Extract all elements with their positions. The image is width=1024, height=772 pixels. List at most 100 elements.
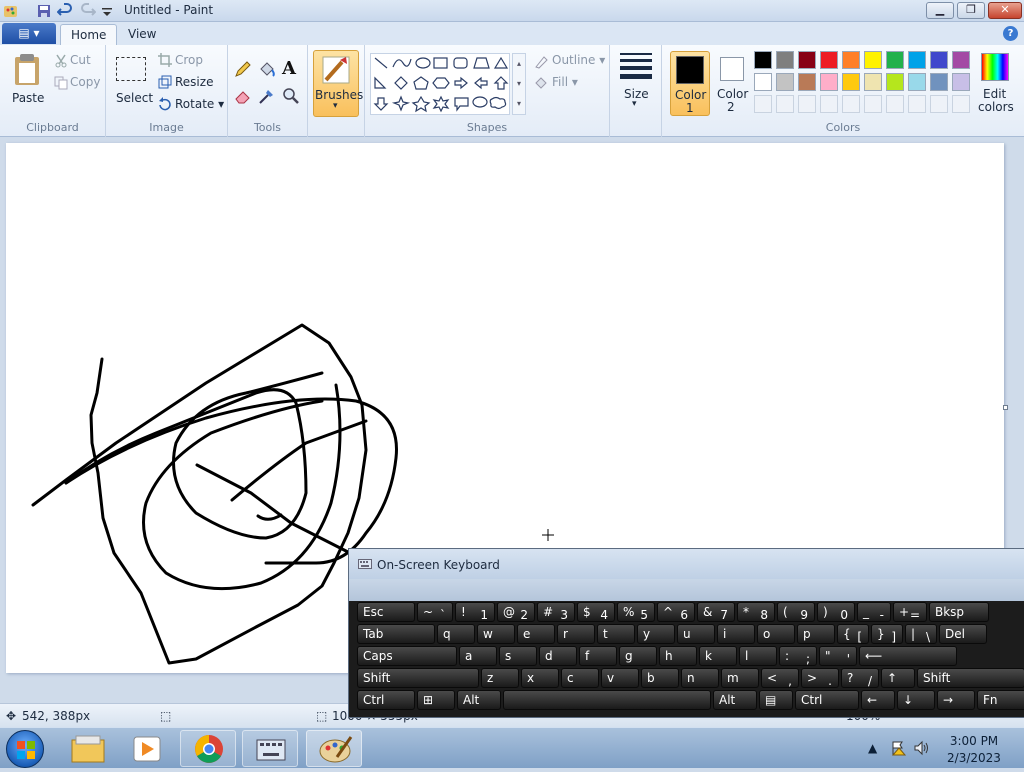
osk-key-symbol[interactable]: ) 0 xyxy=(817,602,855,622)
osk-key-symbol[interactable]: ↓ xyxy=(897,690,935,710)
osk-key-symbol[interactable]: + = xyxy=(893,602,927,622)
palette-swatch[interactable] xyxy=(864,51,882,69)
osk-key-n[interactable]: n xyxy=(681,668,719,688)
shapes-gallery[interactable] xyxy=(370,53,510,115)
osk-key-symbol[interactable]: ! 1 xyxy=(455,602,495,622)
osk-key-symbol[interactable]: (9 xyxy=(777,602,815,622)
custom-color-slot[interactable] xyxy=(820,95,838,113)
tab-home[interactable]: Home xyxy=(60,24,118,45)
taskbar-on-screen-keyboard[interactable] xyxy=(242,730,298,767)
osk-key-symbol[interactable]: ^ 6 xyxy=(657,602,695,622)
palette-swatch[interactable] xyxy=(952,51,970,69)
osk-key-symbol[interactable]: ← xyxy=(861,690,895,710)
custom-color-slot[interactable] xyxy=(842,95,860,113)
osk-key-x[interactable]: x xyxy=(521,668,559,688)
taskbar-chrome[interactable] xyxy=(180,730,236,767)
osk-key-e[interactable]: e xyxy=(517,624,555,644)
palette-swatch[interactable] xyxy=(842,51,860,69)
osk-key-symbol[interactable]: ▤ xyxy=(759,690,793,710)
osk-key-esc[interactable]: Esc xyxy=(357,602,415,622)
restore-button[interactable]: ❐ xyxy=(957,2,985,19)
custom-color-slot[interactable] xyxy=(908,95,926,113)
custom-color-slot[interactable] xyxy=(886,95,904,113)
osk-key-y[interactable]: y xyxy=(637,624,675,644)
palette-swatch[interactable] xyxy=(776,73,794,91)
osk-key-m[interactable]: m xyxy=(721,668,759,688)
color2-button[interactable]: Color 2 xyxy=(713,51,751,114)
osk-key-caps[interactable]: Caps xyxy=(357,646,457,666)
paint-menu-button[interactable]: ▤ ▾ xyxy=(2,23,56,44)
palette-swatch[interactable] xyxy=(798,51,816,69)
osk-key-c[interactable]: c xyxy=(561,668,599,688)
palette-swatch[interactable] xyxy=(886,73,904,91)
text-tool-icon[interactable]: A xyxy=(282,58,296,79)
osk-key-u[interactable]: u xyxy=(677,624,715,644)
osk-key-symbol[interactable]: :; xyxy=(779,646,817,666)
cut-icon[interactable] xyxy=(54,54,68,68)
canvas-resize-handle-right[interactable] xyxy=(1003,405,1008,410)
select-button[interactable]: Select xyxy=(112,49,153,115)
osk-key-symbol[interactable]: | \ xyxy=(905,624,937,644)
osk-key-symbol[interactable]: ~ ` xyxy=(417,602,453,622)
osk-key-t[interactable]: t xyxy=(597,624,635,644)
copy-icon[interactable] xyxy=(54,76,68,90)
osk-key-l[interactable]: l xyxy=(739,646,777,666)
outline-icon[interactable] xyxy=(534,55,548,69)
osk-key-alt[interactable]: Alt xyxy=(457,690,501,710)
osk-key-k[interactable]: k xyxy=(699,646,737,666)
osk-key-symbol[interactable]: ⟵ xyxy=(859,646,957,666)
action-center-flag-icon[interactable] xyxy=(890,740,906,756)
eraser-icon[interactable] xyxy=(234,87,252,105)
taskbar-media-player[interactable] xyxy=(120,730,176,767)
clock-time[interactable]: 3:00 PM xyxy=(940,734,1008,748)
osk-key-symbol[interactable]: $4 xyxy=(577,602,615,622)
osk-key-p[interactable]: p xyxy=(797,624,835,644)
palette-swatch[interactable] xyxy=(842,73,860,91)
osk-key-ctrl[interactable]: Ctrl xyxy=(795,690,859,710)
osk-key-i[interactable]: i xyxy=(717,624,755,644)
customize-qat-icon[interactable] xyxy=(99,3,115,19)
palette-swatch[interactable] xyxy=(886,51,904,69)
minimize-button[interactable]: ▁ xyxy=(926,2,954,19)
osk-key-symbol[interactable]: % 5 xyxy=(617,602,655,622)
brushes-button[interactable]: Brushes ▾ xyxy=(313,50,363,117)
custom-color-slot[interactable] xyxy=(798,95,816,113)
shapes-scroll-arrows[interactable]: ▴ ▾ ▾ xyxy=(512,53,526,115)
save-icon[interactable] xyxy=(36,3,52,19)
osk-key-h[interactable]: h xyxy=(659,646,697,666)
cut-button[interactable]: Cut xyxy=(70,53,91,67)
custom-color-slot[interactable] xyxy=(864,95,882,113)
crop-icon[interactable] xyxy=(158,53,172,67)
close-button[interactable]: ✕ xyxy=(988,2,1022,19)
osk-key-symbol[interactable]: ? / xyxy=(841,668,879,688)
osk-key-a[interactable]: a xyxy=(459,646,497,666)
size-button[interactable]: Size ▾ xyxy=(618,51,654,115)
osk-title-bar[interactable]: On-Screen Keyboard xyxy=(349,549,1024,579)
osk-key-symbol[interactable]: >. xyxy=(801,668,839,688)
osk-key-q[interactable]: q xyxy=(437,624,475,644)
osk-key-symbol[interactable]: ⊞ xyxy=(417,690,455,710)
magnifier-icon[interactable] xyxy=(282,87,300,105)
pencil-icon[interactable] xyxy=(234,60,252,78)
osk-key-w[interactable]: w xyxy=(477,624,515,644)
copy-button[interactable]: Copy xyxy=(70,75,100,89)
osk-key-f[interactable]: f xyxy=(579,646,617,666)
osk-key-s[interactable]: s xyxy=(499,646,537,666)
palette-swatch[interactable] xyxy=(952,73,970,91)
osk-key-symbol[interactable]: <, xyxy=(761,668,799,688)
palette-swatch[interactable] xyxy=(820,73,838,91)
palette-swatch[interactable] xyxy=(798,73,816,91)
palette-swatch[interactable] xyxy=(908,51,926,69)
osk-key-symbol[interactable]: ↑ xyxy=(881,668,915,688)
fill-button[interactable]: Fill ▾ xyxy=(552,75,578,89)
palette-swatch[interactable] xyxy=(776,51,794,69)
color-picker-icon[interactable] xyxy=(258,87,276,105)
paste-button[interactable]: Paste xyxy=(6,49,48,115)
osk-key-r[interactable]: r xyxy=(557,624,595,644)
osk-key-symbol[interactable]: {[ xyxy=(837,624,869,644)
resize-icon[interactable] xyxy=(158,75,172,89)
osk-key-space[interactable] xyxy=(503,690,711,710)
custom-color-slot[interactable] xyxy=(930,95,948,113)
undo-icon[interactable] xyxy=(57,3,73,19)
show-hidden-icons[interactable]: ▲ xyxy=(868,741,877,755)
